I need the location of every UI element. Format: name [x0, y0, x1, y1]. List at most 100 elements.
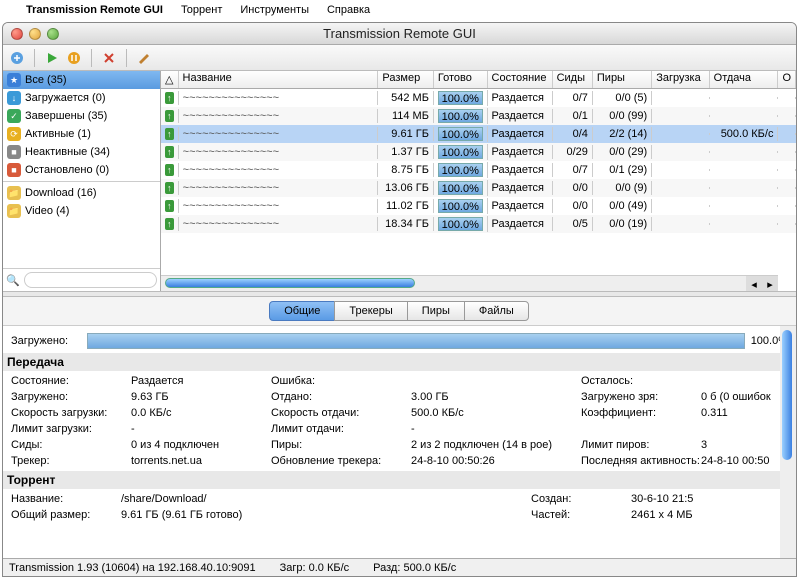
- settings-icon[interactable]: [136, 50, 152, 66]
- cell-ul: [710, 205, 779, 207]
- lbl-tracker: Трекер:: [11, 455, 131, 467]
- tab-trackers[interactable]: Трекеры: [334, 301, 407, 321]
- lbl-error: Ошибка:: [271, 375, 411, 387]
- scrollbar-thumb[interactable]: [782, 330, 792, 460]
- downloaded-label: Загружено:: [11, 335, 81, 347]
- col-download[interactable]: Загрузка: [652, 71, 709, 88]
- sidebar-filter-item[interactable]: ✓Завершены (35): [3, 107, 160, 125]
- scrollbar-thumb[interactable]: [165, 278, 415, 288]
- cell-state: Раздается: [488, 91, 553, 105]
- grid-header[interactable]: △ Название Размер Готово Состояние Сиды …: [161, 71, 796, 89]
- cell-other: [778, 133, 796, 135]
- filter-icon: ↓: [7, 91, 21, 105]
- lbl-remain: Осталось:: [581, 375, 701, 387]
- cell-ul: [710, 115, 779, 117]
- scroll-right-icon[interactable]: ▸: [762, 276, 778, 291]
- table-row[interactable]: ↑~~~~~~~~~~~~~~~18.34 ГБ100.0%Раздается0…: [161, 215, 796, 233]
- lbl-ratio: Коэффициент:: [581, 407, 701, 419]
- cell-done: 100.0%: [434, 180, 488, 196]
- separator: [126, 49, 127, 67]
- lbl-dlspeed: Скорость загрузки:: [11, 407, 131, 419]
- lbl-peerlim: Лимит пиров:: [581, 439, 701, 451]
- section-transfer: Передача: [3, 353, 796, 371]
- seed-icon: ↑: [165, 128, 174, 140]
- col-done[interactable]: Готово: [434, 71, 488, 88]
- scroll-left-icon[interactable]: ◂: [746, 276, 762, 291]
- separator: [91, 49, 92, 67]
- sidebar-folder-item[interactable]: 📁Video (4): [3, 202, 160, 220]
- val-error: [411, 375, 581, 387]
- col-icon[interactable]: △: [161, 71, 179, 88]
- sidebar-filter-item[interactable]: ■Неактивные (34): [3, 143, 160, 161]
- table-row[interactable]: ↑~~~~~~~~~~~~~~~9.61 ГБ100.0%Раздается0/…: [161, 125, 796, 143]
- col-peers[interactable]: Пиры: [593, 71, 652, 88]
- lbl-dllim: Лимит загрузки:: [11, 423, 131, 435]
- sidebar-item-label: Завершены (35): [25, 110, 107, 122]
- col-size[interactable]: Размер: [378, 71, 434, 88]
- cell-seeds: 0/4: [553, 127, 593, 141]
- lbl-downloaded: Загружено:: [11, 391, 131, 403]
- col-name[interactable]: Название: [179, 71, 379, 88]
- table-row[interactable]: ↑~~~~~~~~~~~~~~~114 МБ100.0%Раздается0/1…: [161, 107, 796, 125]
- cell-size: 114 МБ: [378, 109, 434, 123]
- system-menubar: Transmission Remote GUI Торрент Инструме…: [0, 0, 799, 20]
- col-state[interactable]: Состояние: [488, 71, 553, 88]
- table-row[interactable]: ↑~~~~~~~~~~~~~~~11.02 ГБ100.0%Раздается0…: [161, 197, 796, 215]
- cell-dl: [652, 115, 709, 117]
- cell-dl: [652, 151, 709, 153]
- connect-icon[interactable]: [9, 50, 25, 66]
- cell-seeds: 0/29: [553, 145, 593, 159]
- pause-icon[interactable]: [66, 50, 82, 66]
- table-row[interactable]: ↑~~~~~~~~~~~~~~~8.75 ГБ100.0%Раздается0/…: [161, 161, 796, 179]
- menu-tools[interactable]: Инструменты: [240, 4, 309, 16]
- sidebar-filter-item[interactable]: ★Все (35): [3, 71, 160, 89]
- seed-icon: ↑: [165, 182, 174, 194]
- sidebar-folder-item[interactable]: 📁Download (16): [3, 184, 160, 202]
- progress-bar: [87, 333, 745, 349]
- start-icon[interactable]: [44, 50, 60, 66]
- cell-seeds: 0/7: [553, 163, 593, 177]
- titlebar: Transmission Remote GUI: [3, 23, 796, 45]
- cell-name: ~~~~~~~~~~~~~~~: [179, 217, 379, 231]
- app-menu[interactable]: Transmission Remote GUI: [26, 4, 163, 16]
- tab-general[interactable]: Общие: [269, 301, 335, 321]
- lbl-ullim: Лимит отдачи:: [271, 423, 411, 435]
- table-row[interactable]: ↑~~~~~~~~~~~~~~~542 МБ100.0%Раздается0/7…: [161, 89, 796, 107]
- col-seeds[interactable]: Сиды: [553, 71, 593, 88]
- table-row[interactable]: ↑~~~~~~~~~~~~~~~13.06 ГБ100.0%Раздается0…: [161, 179, 796, 197]
- sidebar-filter-item[interactable]: ■Остановлено (0): [3, 161, 160, 179]
- vertical-scrollbar[interactable]: [780, 326, 796, 558]
- sidebar-filter-item[interactable]: ⟳Активные (1): [3, 125, 160, 143]
- seed-icon: ↑: [165, 110, 174, 122]
- cell-size: 13.06 ГБ: [378, 181, 434, 195]
- cell-size: 11.02 ГБ: [378, 199, 434, 213]
- cell-other: [778, 115, 796, 117]
- remove-icon[interactable]: [101, 50, 117, 66]
- col-other[interactable]: О: [778, 71, 796, 88]
- cell-dl: [652, 223, 709, 225]
- tab-files[interactable]: Файлы: [464, 301, 529, 321]
- val-tracker: torrents.net.ua: [131, 455, 271, 467]
- separator: [3, 181, 160, 182]
- cell-state: Раздается: [488, 163, 553, 177]
- table-row[interactable]: ↑~~~~~~~~~~~~~~~1.37 ГБ100.0%Раздается0/…: [161, 143, 796, 161]
- val-state: Раздается: [131, 375, 271, 387]
- search-input[interactable]: [24, 272, 157, 288]
- lbl-state: Состояние:: [11, 375, 131, 387]
- menu-torrent[interactable]: Торрент: [181, 4, 222, 16]
- cell-dl: [652, 169, 709, 171]
- col-upload[interactable]: Отдача: [710, 71, 779, 88]
- search-icon: 🔍: [6, 274, 20, 287]
- cell-name: ~~~~~~~~~~~~~~~: [179, 127, 379, 141]
- tab-peers[interactable]: Пиры: [407, 301, 465, 321]
- horizontal-scrollbar[interactable]: ◂ ▸: [161, 275, 778, 291]
- seed-icon: ↑: [165, 146, 174, 158]
- lbl-waste: Загружено зря:: [581, 391, 701, 403]
- cell-done: 100.0%: [434, 216, 488, 232]
- menu-help[interactable]: Справка: [327, 4, 370, 16]
- val-ullim: -: [411, 423, 581, 435]
- cell-other: [778, 205, 796, 207]
- cell-seeds: 0/0: [553, 181, 593, 195]
- sidebar-filter-item[interactable]: ↓Загружается (0): [3, 89, 160, 107]
- cell-size: 1.37 ГБ: [378, 145, 434, 159]
